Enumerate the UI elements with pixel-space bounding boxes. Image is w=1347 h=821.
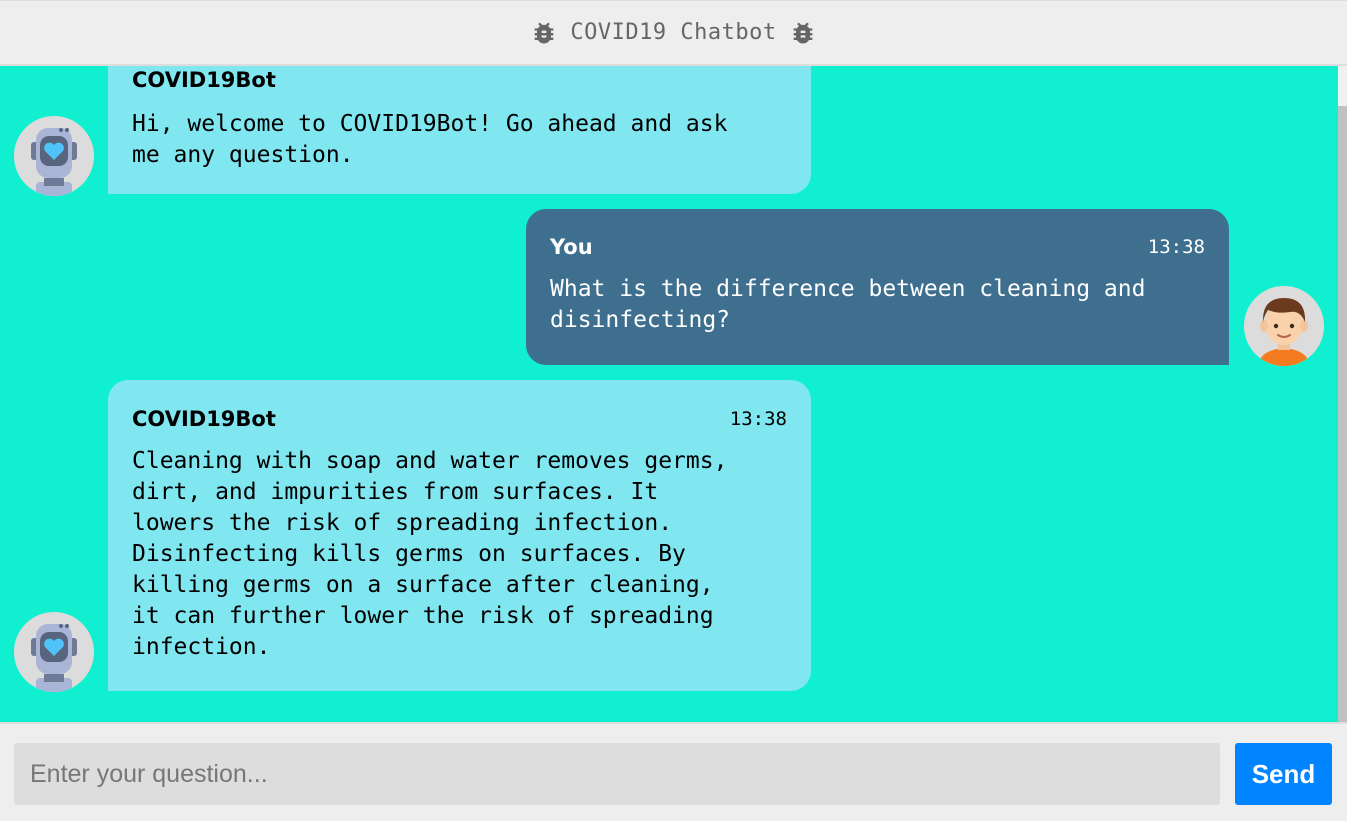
message-text: Hi, welcome to COVID19Bot! Go ahead and …	[132, 111, 728, 168]
message-time: 13:38	[729, 408, 787, 430]
chat-area[interactable]: COVID19Bot Hi, welcome to COVID19Bot! Go…	[0, 66, 1347, 722]
message-input-bar: Send	[0, 722, 1347, 821]
user-avatar-icon	[1244, 286, 1324, 366]
robot-avatar-icon	[14, 612, 94, 692]
bot-message: COVID19Bot 13:38 Cleaning with soap and …	[108, 380, 811, 691]
question-input[interactable]	[14, 743, 1220, 805]
bot-message: COVID19Bot Hi, welcome to COVID19Bot! Go…	[108, 66, 811, 194]
message-text: What is the difference between cleaning …	[550, 276, 1146, 333]
chat-header: COVID19 Chatbot	[0, 0, 1347, 66]
bug-icon	[793, 22, 812, 43]
send-button[interactable]: Send	[1235, 743, 1332, 805]
scrollbar-thumb[interactable]	[1338, 106, 1347, 722]
bug-icon	[535, 22, 554, 43]
robot-avatar-icon	[14, 116, 94, 196]
message-time: 13:38	[1147, 236, 1205, 258]
message-sender: COVID19Bot	[132, 407, 276, 431]
message-text: Cleaning with soap and water removes ger…	[132, 448, 728, 660]
message-sender: You	[550, 235, 593, 259]
page-title: COVID19 Chatbot	[570, 20, 777, 45]
user-message: You 13:38 What is the difference between…	[526, 209, 1229, 365]
message-sender: COVID19Bot	[132, 68, 276, 92]
